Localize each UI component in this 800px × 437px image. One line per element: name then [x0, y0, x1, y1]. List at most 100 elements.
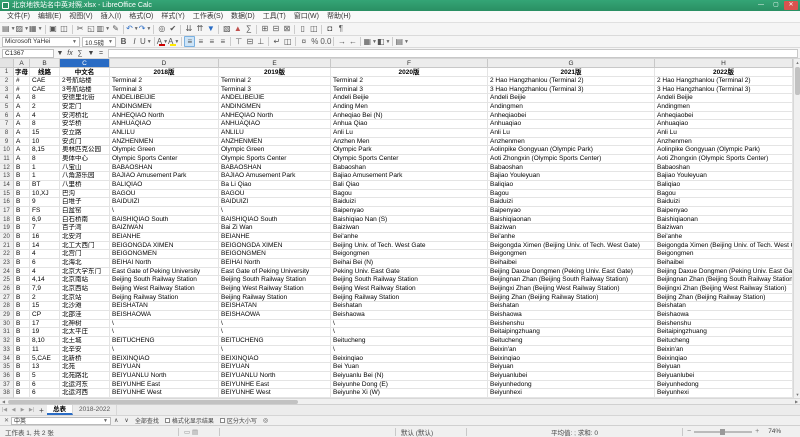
cell-C32[interactable]: 北土城	[60, 337, 110, 346]
row-header-27[interactable]: 27	[0, 294, 14, 303]
cell-F14[interactable]: Bali Qiao	[331, 181, 488, 190]
cell-C25[interactable]: 北京南站	[60, 276, 110, 285]
row-header-12[interactable]: 12	[0, 164, 14, 173]
align-top-button[interactable]: ⊤	[233, 36, 244, 47]
cell-C30[interactable]: 北神树	[60, 320, 110, 329]
cell-B26[interactable]: 7,9	[30, 285, 60, 294]
cell-B34[interactable]: 5,CAE	[30, 355, 60, 364]
cell-B35[interactable]: 13	[30, 363, 60, 372]
row-header-10[interactable]: 10	[0, 146, 14, 155]
row-header-33[interactable]: 33	[0, 346, 14, 355]
sum-status[interactable]: 平均值: ; 求和: 0	[467, 427, 682, 437]
spelling-button[interactable]: ✔	[167, 24, 178, 35]
cell-F28[interactable]: Beishatan	[331, 302, 488, 311]
cell-B8[interactable]: 15	[30, 129, 60, 138]
cell-A27[interactable]: B	[14, 294, 30, 303]
cell-A2[interactable]: #	[14, 77, 30, 86]
row-header-26[interactable]: 26	[0, 285, 14, 294]
cell-D36[interactable]: BEIYUANLU North	[110, 372, 219, 381]
cell-A18[interactable]: B	[14, 216, 30, 225]
cell-F12[interactable]: Babaoshan	[331, 164, 488, 173]
cell-F21[interactable]: Beijing Univ. of Tech. West Gate	[331, 242, 488, 251]
cell-B19[interactable]: 7	[30, 224, 60, 233]
cell-D38[interactable]: BEIYUNHE West	[110, 389, 219, 398]
cell-H26[interactable]: Beijingxi Zhan (Beijing West Railway Sta…	[655, 285, 793, 294]
zoom-in-icon[interactable]: +	[755, 428, 759, 435]
cell-D34[interactable]: BEIXINQIAO	[110, 355, 219, 364]
cell-C12[interactable]: 八宝山	[60, 164, 110, 173]
cell-A35[interactable]: B	[14, 363, 30, 372]
autofilter-button[interactable]: ▼	[205, 24, 216, 35]
cell-H2[interactable]: 2 Hao Hangzhanlou (Terminal 2)	[655, 77, 793, 86]
cell-F17[interactable]: Baipenyao	[331, 207, 488, 216]
cell-H3[interactable]: 3 Hao Hangzhanlou (Terminal 3)	[655, 86, 793, 95]
cell-H38[interactable]: Beiyunhexi	[655, 389, 793, 398]
cell-A20[interactable]: B	[14, 233, 30, 242]
cell-G1[interactable]: 2021版	[488, 68, 655, 77]
cell-D13[interactable]: BAJIAO Amusement Park	[110, 172, 219, 181]
cell-C9[interactable]: 安贞门	[60, 138, 110, 147]
cell-H25[interactable]: Beijingnan Zhan (Beijing South Railway S…	[655, 276, 793, 285]
cell-H37[interactable]: Beiyunhedong	[655, 381, 793, 390]
cell-F9[interactable]: Anzhen Men	[331, 138, 488, 147]
row-header-15[interactable]: 15	[0, 190, 14, 199]
cell-B12[interactable]: 1	[30, 164, 60, 173]
increase-indent-button[interactable]: →	[336, 36, 347, 47]
cell-F22[interactable]: Beigongmen	[331, 250, 488, 259]
cell-G10[interactable]: Aolinpike Gongyuan (Olympic Park)	[488, 146, 655, 155]
cell-F35[interactable]: Bei Yuan	[331, 363, 488, 372]
cell-C15[interactable]: 巴沟	[60, 190, 110, 199]
add-sheet-button[interactable]: +	[36, 406, 47, 415]
formula-button[interactable]: =	[96, 50, 106, 57]
cell-F8[interactable]: Anli Lu	[331, 129, 488, 138]
paste-button[interactable]: ▥▼	[97, 24, 111, 35]
cell-C6[interactable]: 安河桥北	[60, 112, 110, 121]
cell-D27[interactable]: Beijing Railway Station	[110, 294, 219, 303]
sum-dropdown-icon[interactable]: ▼	[86, 50, 96, 57]
cell-A31[interactable]: B	[14, 328, 30, 337]
cell-D19[interactable]: BAIZIWAN	[110, 224, 219, 233]
delete-row-button[interactable]: ⊠	[281, 24, 292, 35]
cell-A4[interactable]: A	[14, 94, 30, 103]
cell-C19[interactable]: 百子湾	[60, 224, 110, 233]
number-format-button[interactable]: 0.0	[320, 36, 331, 47]
cell-C26[interactable]: 北京西站	[60, 285, 110, 294]
headers-footers-button[interactable]: ¶	[335, 24, 346, 35]
cell-D30[interactable]: \	[110, 320, 219, 329]
cell-H7[interactable]: Anhuaqiao	[655, 120, 793, 129]
cell-E22[interactable]: BEIGONGMEN	[219, 250, 331, 259]
cell-B3[interactable]: CAE	[30, 86, 60, 95]
menu-help[interactable]: 帮助(H)	[323, 11, 355, 22]
cell-B11[interactable]: 8	[30, 155, 60, 164]
name-box[interactable]: C1367	[2, 49, 54, 58]
align-left-button[interactable]: ≡	[184, 36, 195, 47]
cell-A16[interactable]: B	[14, 198, 30, 207]
cell-C11[interactable]: 奥体中心	[60, 155, 110, 164]
cell-C21[interactable]: 北工大西门	[60, 242, 110, 251]
row-header-6[interactable]: 6	[0, 112, 14, 121]
formula-input[interactable]	[108, 49, 798, 58]
cell-H1[interactable]: 2022版	[655, 68, 793, 77]
cell-F36[interactable]: Beiyuanlu Bei (N)	[331, 372, 488, 381]
wrap-text-button[interactable]: ↵	[271, 36, 282, 47]
cell-C29[interactable]: 北邵洼	[60, 311, 110, 320]
cell-C27[interactable]: 北京站	[60, 294, 110, 303]
row-header-16[interactable]: 16	[0, 198, 14, 207]
cell-A12[interactable]: B	[14, 164, 30, 173]
insert-row-button[interactable]: ⊞	[259, 24, 270, 35]
cell-H19[interactable]: Baiziwan	[655, 224, 793, 233]
cell-B15[interactable]: 10,XJ	[30, 190, 60, 199]
cell-D2[interactable]: Terminal 2	[110, 77, 219, 86]
cell-E25[interactable]: Beijing South Railway Station	[219, 276, 331, 285]
cell-F11[interactable]: Olympic Sports Center	[331, 155, 488, 164]
row-header-9[interactable]: 9	[0, 138, 14, 147]
cell-H30[interactable]: Beishenshu	[655, 320, 793, 329]
cut-button[interactable]: ✂	[75, 24, 86, 35]
cell-G2[interactable]: 2 Hao Hangzhanlou (Terminal 2)	[488, 77, 655, 86]
cell-D37[interactable]: BEIYUNHE East	[110, 381, 219, 390]
cell-F15[interactable]: Bagou	[331, 190, 488, 199]
cell-F4[interactable]: Andeli Beijie	[331, 94, 488, 103]
cell-E10[interactable]: Olympic Green	[219, 146, 331, 155]
cell-C31[interactable]: 北太平庄	[60, 328, 110, 337]
cell-E7[interactable]: ANHUAQIAO	[219, 120, 331, 129]
